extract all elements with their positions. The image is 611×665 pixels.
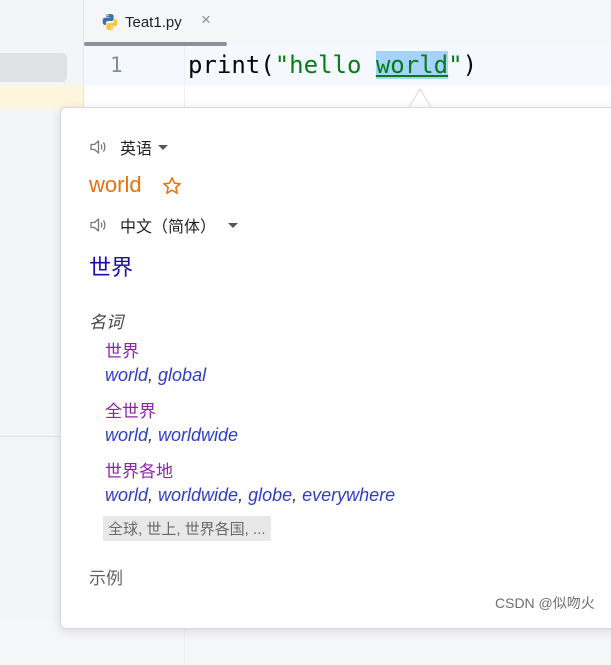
caret-down-icon: [228, 222, 239, 228]
synonym[interactable]: world: [105, 365, 148, 385]
more-translations-chip[interactable]: 全球, 世上, 世界各国, ...: [103, 516, 271, 541]
line-number: 1: [110, 53, 123, 77]
popup-pointer-fill: [409, 90, 431, 108]
speaker-icon[interactable]: [89, 139, 109, 155]
source-word: world: [89, 172, 142, 197]
target-language: 中文（简体）: [120, 219, 217, 236]
editor-tab-bar: Teat1.py ×: [84, 0, 611, 46]
target-language-selector[interactable]: 中文（简体）: [89, 213, 239, 237]
code-line[interactable]: print("hello world"): [188, 51, 477, 79]
watermark: CSDN @似吻火: [495, 595, 595, 611]
entry-term[interactable]: 全世界: [105, 397, 238, 422]
source-language: 英语: [120, 141, 153, 158]
close-icon[interactable]: ×: [201, 10, 211, 30]
source-language-selector[interactable]: 英语: [89, 135, 169, 159]
entry-synonyms: world, global: [105, 365, 207, 385]
code-paren-open: (: [260, 51, 275, 79]
speaker-icon[interactable]: [89, 217, 109, 233]
examples-heading: 示例: [89, 569, 123, 588]
dictionary-entry: 世界 world, global: [105, 337, 206, 386]
synonym[interactable]: worldwide: [158, 425, 238, 445]
target-word: 世界: [89, 255, 134, 280]
synonym[interactable]: world: [105, 425, 148, 445]
synonym[interactable]: worldwide: [158, 485, 238, 505]
synonym[interactable]: globe: [248, 485, 292, 505]
entry-synonyms: world, worldwide: [105, 425, 239, 445]
python-icon: [102, 14, 118, 30]
code-function: print: [188, 51, 261, 79]
entry-synonyms: world, worldwide, globe, everywhere: [105, 485, 396, 505]
tab-teat1-py[interactable]: Teat1.py ×: [84, 0, 229, 46]
entry-term[interactable]: 世界: [105, 337, 206, 362]
synonym[interactable]: everywhere: [302, 485, 395, 505]
code-paren-close: ): [462, 51, 478, 79]
translation-popup: 英语 world 中文（简体） 世界 名词 世界 world, global 全…: [60, 107, 611, 629]
part-of-speech: 名词: [89, 313, 123, 332]
dictionary-entry: 世界各地 world, worldwide, globe, everywhere: [105, 457, 395, 506]
synonym[interactable]: world: [105, 485, 148, 505]
project-highlighted-row[interactable]: [0, 85, 83, 109]
synonym[interactable]: global: [158, 365, 206, 385]
selected-word[interactable]: world: [375, 51, 449, 79]
star-outline-icon[interactable]: [162, 176, 182, 196]
code-string-suffix: ": [448, 51, 463, 79]
dictionary-entry: 全世界 world, worldwide: [105, 397, 238, 446]
tab-filename: Teat1.py: [125, 14, 182, 31]
project-selected-item[interactable]: [0, 53, 67, 82]
code-string-prefix: "hello: [274, 51, 376, 79]
caret-down-icon: [158, 144, 169, 150]
entry-term[interactable]: 世界各地: [105, 457, 395, 482]
